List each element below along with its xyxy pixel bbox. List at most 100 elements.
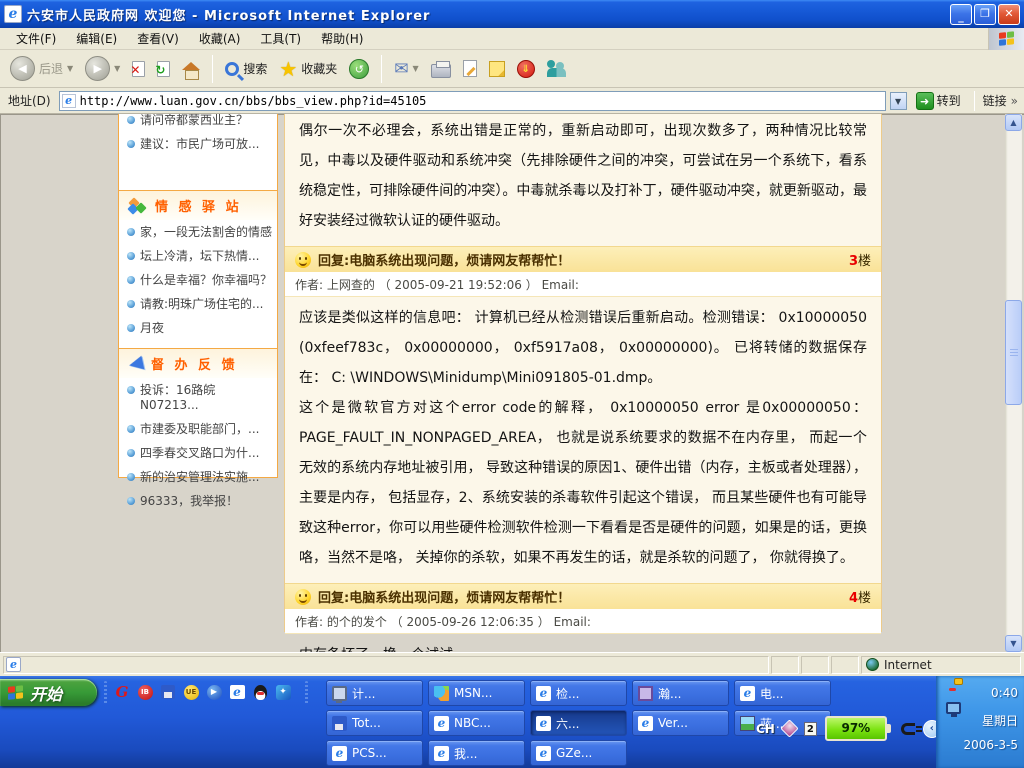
menu-view[interactable]: 查看(V) (127, 27, 189, 50)
menu-help[interactable]: 帮助(H) (311, 27, 373, 50)
task-button-ie-5[interactable]: ePCS... (326, 740, 423, 766)
edit-icon (463, 60, 477, 77)
refresh-icon: ↻ (157, 61, 170, 77)
task-button-ie-4[interactable]: eVer... (632, 710, 729, 736)
go-button[interactable]: ➜ 转到 (911, 91, 966, 111)
scroll-thumb[interactable] (1005, 300, 1022, 405)
sidebar-link[interactable]: 家，一段无法割舍的情感 (119, 220, 277, 244)
post-body: 偶尔一次不必理会，系统出错是正常的，重新启动即可，出现次数多了，两种情况比较常见… (285, 114, 881, 246)
ie-icon: e (434, 716, 449, 731)
task-button-ie-6[interactable]: e我... (428, 740, 525, 766)
refresh-button[interactable]: ↻ (153, 59, 174, 79)
sidebar-link[interactable]: 96333，我举报！ (119, 489, 277, 513)
cubes-icon (129, 198, 147, 214)
battery-indicator[interactable]: 97% (825, 716, 887, 741)
standard-toolbar: ◀ 后退 ▼ ▶ ▼ ✕ ↻ 搜索 ★ 收藏夹 ↺ ✉▼ ⇓ (0, 50, 1024, 88)
sidebar-link[interactable]: 四季春交叉路口为什... (119, 441, 277, 465)
browser-viewport: 请问帝都蒙西业主？ 建议：市民广场可放... 情 感 驿 站 家，一段无法割舍的… (0, 114, 1024, 652)
vertical-scrollbar[interactable]: ▲ ▼ (1005, 114, 1022, 652)
menu-edit[interactable]: 编辑(E) (66, 27, 127, 50)
language-indicator[interactable]: CH (756, 722, 775, 736)
links-chevron-icon[interactable]: » (1011, 94, 1020, 108)
sidebar-link[interactable]: 建议：市民广场可放... (119, 132, 277, 156)
scroll-up-button[interactable]: ▲ (1005, 114, 1022, 131)
windows-logo (988, 28, 1024, 50)
menu-favorites[interactable]: 收藏(A) (189, 27, 251, 50)
sidebar-link[interactable]: 新的治安管理法实施... (119, 465, 277, 489)
window-title: 六安市人民政府网 欢迎您 - Microsoft Internet Explor… (27, 5, 950, 24)
menu-file[interactable]: 文件(F) (6, 27, 66, 50)
minimize-button[interactable]: _ (950, 4, 972, 25)
red-badge-icon[interactable]: IB (136, 683, 154, 701)
task-button-ie-2[interactable]: e电... (734, 680, 831, 706)
ime-number-badge[interactable]: 2 (804, 722, 817, 736)
back-button[interactable]: ◀ 后退 ▼ (6, 54, 77, 83)
task-button-ie-1[interactable]: e检... (530, 680, 627, 706)
media-player-icon[interactable]: ▶ (205, 683, 223, 701)
print-button[interactable] (427, 58, 455, 80)
task-button-ie-7[interactable]: eGZe... (530, 740, 627, 766)
bullet-icon (127, 276, 135, 284)
search-button[interactable]: 搜索 (221, 58, 271, 79)
clock-day[interactable]: 星期日 (982, 712, 1018, 729)
scroll-down-button[interactable]: ▼ (1005, 635, 1022, 652)
image-icon (740, 716, 755, 731)
ime-icon[interactable] (780, 719, 798, 737)
history-button[interactable]: ↺ (345, 57, 373, 81)
app-window-icon (638, 686, 653, 701)
mail-button[interactable]: ✉▼ (390, 59, 422, 79)
sidebar-link[interactable]: 市建委及职能部门，... (119, 417, 277, 441)
home-button[interactable] (178, 66, 204, 72)
forward-button[interactable]: ▶ ▼ (81, 54, 124, 83)
menu-tools[interactable]: 工具(T) (250, 27, 311, 50)
sidebar-link[interactable]: 什么是幸福？你幸福吗？ (119, 268, 277, 292)
address-input[interactable]: e http://www.luan.gov.cn/bbs/bbs_view.ph… (59, 91, 886, 111)
address-dropdown-button[interactable]: ▼ (890, 92, 907, 110)
messenger-button[interactable] (543, 58, 571, 80)
sidebar-section-emotion: 情 感 驿 站 (119, 190, 277, 220)
status-cell (801, 656, 829, 674)
task-button-app[interactable]: 瀚... (632, 680, 729, 706)
address-label: 地址(D) (4, 92, 55, 109)
task-button-ie-3[interactable]: eNBC... (428, 710, 525, 736)
sidebar-link[interactable]: 月夜 (119, 316, 277, 340)
sidebar-link[interactable]: 请问帝都蒙西业主？ (119, 114, 277, 132)
start-button[interactable]: 开始 (0, 679, 97, 706)
back-dropdown-icon[interactable]: ▼ (67, 64, 73, 73)
ie-icon[interactable]: e (228, 683, 246, 701)
sidebar-link[interactable]: 请教:明珠广场住宅的... (119, 292, 277, 316)
edit-button[interactable] (459, 58, 481, 79)
bullet-icon (127, 324, 135, 332)
task-button-msn[interactable]: MSN... (428, 680, 525, 706)
quicklaunch-separator (104, 681, 107, 705)
task-button-luan-active[interactable]: e六... (530, 710, 627, 736)
close-button[interactable]: ✕ (998, 4, 1020, 25)
clock-time[interactable]: 0:40 (991, 686, 1018, 700)
stop-button[interactable]: ✕ (128, 59, 149, 79)
sidebar-link[interactable]: 坛上冷清，坛下热情... (119, 244, 277, 268)
bullet-icon (127, 497, 135, 505)
floppy-icon (332, 716, 347, 731)
ie-icon: e (536, 746, 551, 761)
favorites-button[interactable]: ★ 收藏夹 (275, 58, 341, 80)
bullet-icon (127, 449, 135, 457)
links-label[interactable]: 链接 (983, 92, 1007, 109)
notes-button[interactable] (485, 59, 509, 79)
floppy-icon[interactable] (159, 683, 177, 701)
task-button-computer[interactable]: 计... (326, 680, 423, 706)
bullet-icon (127, 300, 135, 308)
qq-icon[interactable] (251, 683, 269, 701)
reply-header-3: 回复:电脑系统出现问题，烦请网友帮帮忙！ 3楼 (285, 246, 881, 272)
display-tray-icon[interactable] (946, 702, 961, 714)
download-tool-button[interactable]: ⇓ (513, 58, 539, 80)
task-button-total[interactable]: Tot... (326, 710, 423, 736)
clock-date[interactable]: 2006-3-5 (964, 738, 1018, 752)
ultraedit-icon[interactable]: UE (182, 683, 200, 701)
page-done-icon: e (6, 657, 21, 672)
flashget-icon[interactable]: G (113, 683, 131, 701)
sidebar-link[interactable]: 投诉：16路皖N07213... (119, 378, 277, 417)
ie-window-icon: e (4, 5, 22, 23)
forward-dropdown-icon[interactable]: ▼ (114, 64, 120, 73)
messenger-icon[interactable]: ✦ (274, 683, 292, 701)
restore-button[interactable]: ❐ (974, 4, 996, 25)
